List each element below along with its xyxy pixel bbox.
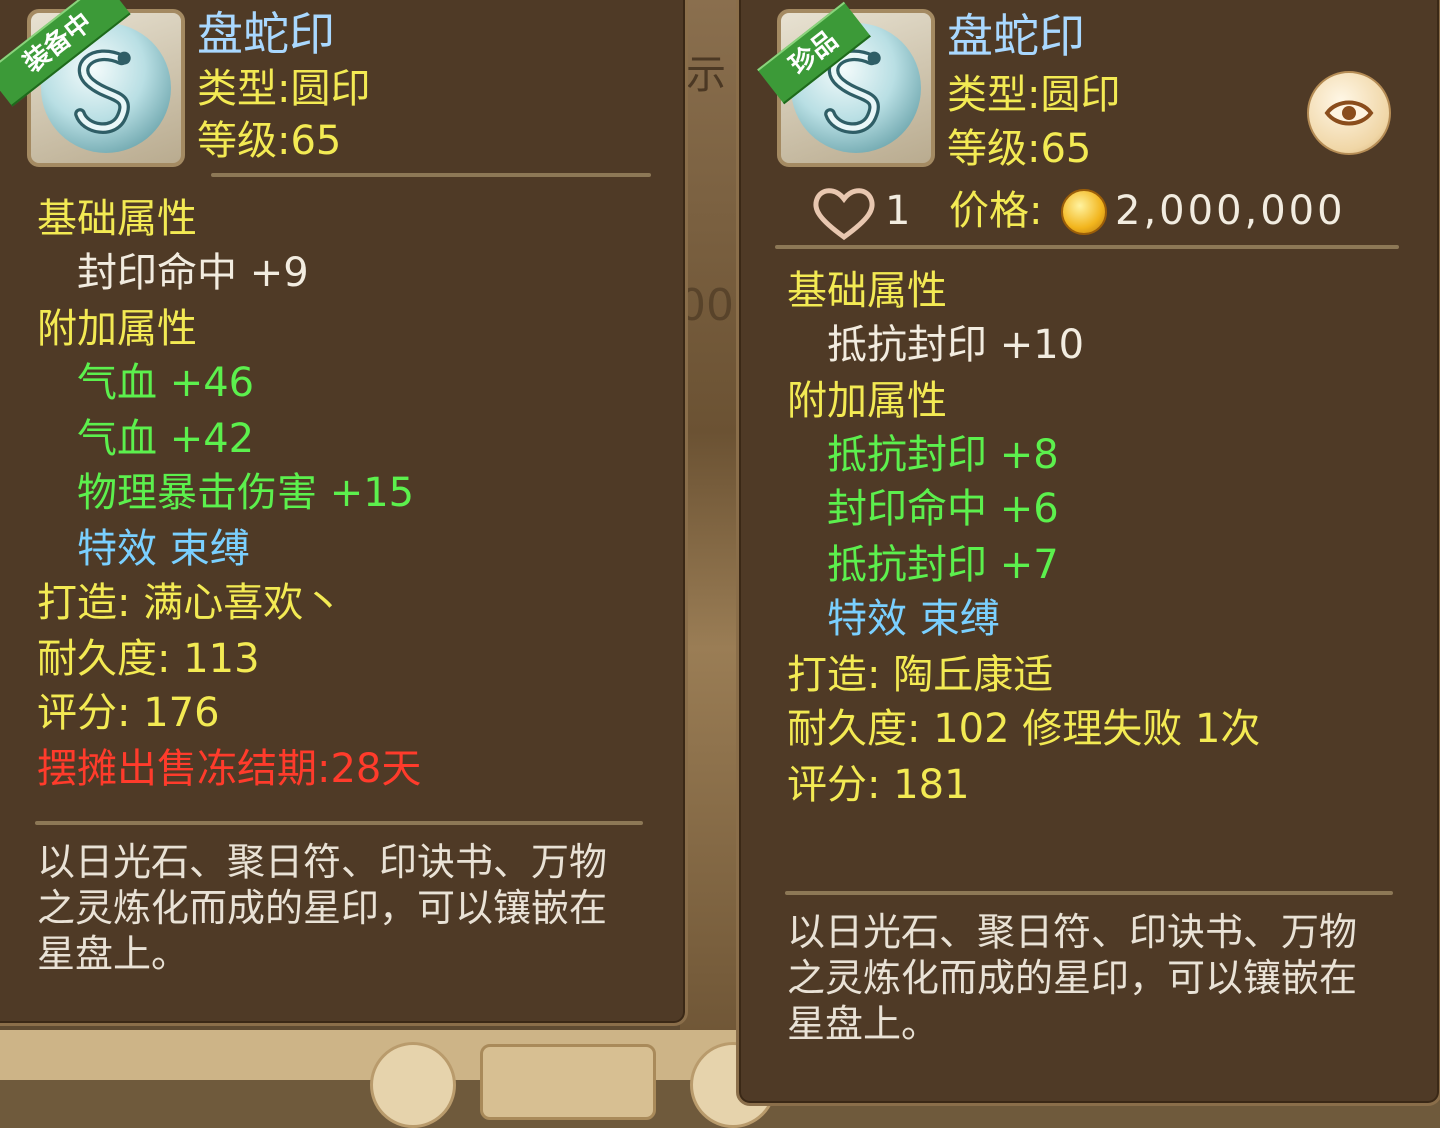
extra-attr: 物理暴击伤害 +15 [77, 470, 415, 516]
extra-attr: 抵抗封印 +8 [827, 432, 1059, 478]
special-effect: 特效 束缚 [77, 526, 250, 572]
equipped-item-tooltip: 装备中 盘蛇印 类型:圆印 等级:65 基础属性 封印命中 +9 附加属性 气血… [0, 0, 688, 1026]
durability: 耐久度: 102 修理失败 1次 [787, 706, 1261, 752]
base-attr: 封印命中 +9 [77, 250, 309, 296]
item-name: 盘蛇印 [947, 9, 1085, 63]
forge-info: 打造: 陶丘康适 [787, 652, 1054, 698]
background-bottom-bar [0, 1030, 776, 1128]
bg-glyph: 示 [686, 52, 726, 98]
divider [35, 821, 643, 825]
extra-attr: 抵抗封印 +7 [827, 542, 1059, 588]
compare-item-tooltip: 珍品 盘蛇印 类型:圆印 等级:65 1 价格: 2,000,000 基础属性 … [736, 0, 1440, 1106]
like-count: 1 [885, 188, 911, 234]
stall-freeze-notice: 摆摊出售冻结期:28天 [37, 746, 422, 792]
eye-icon [1324, 100, 1374, 126]
item-type: 类型:圆印 [197, 66, 371, 112]
divider [211, 173, 651, 177]
forge-info: 打造: 满心喜欢丶 [37, 580, 344, 626]
item-type: 类型:圆印 [947, 72, 1121, 118]
durability: 耐久度: 113 [37, 636, 260, 682]
item-description: 以日光石、聚日符、印诀书、万物之灵炼化而成的星印，可以镶嵌在星盘上。 [787, 910, 1358, 1046]
base-attr-header: 基础属性 [787, 268, 947, 314]
base-attr: 抵抗封印 +10 [827, 322, 1085, 368]
price-label: 价格: [949, 188, 1043, 234]
special-effect: 特效 束缚 [827, 596, 1000, 642]
item-level: 等级:65 [197, 118, 342, 164]
extra-attr: 气血 +46 [77, 360, 255, 406]
extra-attr: 封印命中 +6 [827, 486, 1059, 532]
extra-attr-header: 附加属性 [37, 306, 197, 352]
extra-attr: 气血 +42 [77, 416, 255, 462]
background-window-strip: 示 00 [678, 0, 740, 1080]
bg-pager [480, 1044, 656, 1120]
price-value: 2,000,000 [1115, 188, 1346, 234]
divider [775, 245, 1399, 249]
heart-icon[interactable] [809, 183, 879, 243]
divider [785, 891, 1393, 895]
bg-round-button [370, 1042, 456, 1128]
item-level: 等级:65 [947, 126, 1092, 172]
extra-attr-header: 附加属性 [787, 378, 947, 424]
item-name: 盘蛇印 [197, 7, 335, 61]
score: 评分: 181 [787, 762, 970, 808]
gold-coin-icon [1061, 189, 1107, 235]
item-description: 以日光石、聚日符、印诀书、万物之灵炼化而成的星印，可以镶嵌在星盘上。 [37, 840, 608, 976]
preview-button[interactable] [1307, 71, 1391, 155]
base-attr-header: 基础属性 [37, 196, 197, 242]
score: 评分: 176 [37, 690, 220, 736]
